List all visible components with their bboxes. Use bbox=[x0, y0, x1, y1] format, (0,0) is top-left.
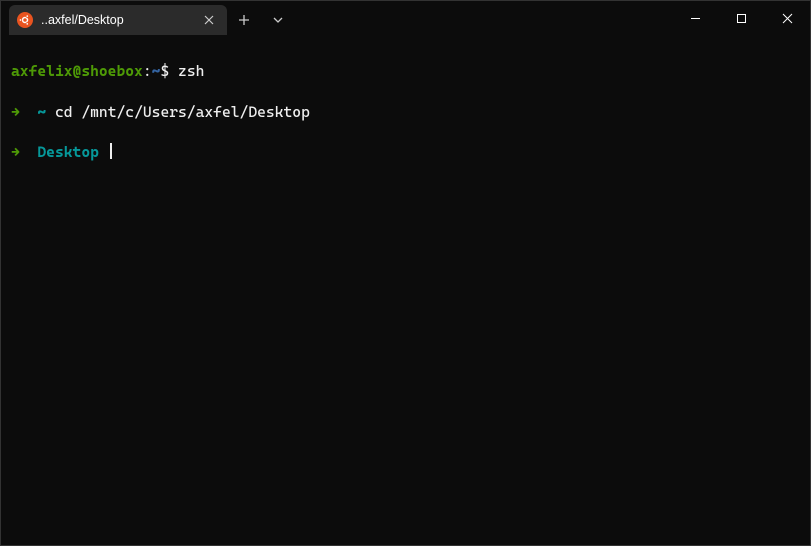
zsh-cwd: Desktop bbox=[37, 143, 99, 161]
terminal-line-1: axfelix@shoebox:~$ zsh bbox=[11, 61, 800, 81]
terminal-line-3: → Desktop bbox=[11, 142, 800, 162]
command-text: zsh bbox=[178, 62, 204, 80]
close-button[interactable] bbox=[764, 1, 810, 35]
arrow-icon: → bbox=[11, 143, 20, 161]
terminal-line-2: → ~ cd /mnt/c/Users/axfel/Desktop bbox=[11, 102, 800, 122]
arrow-icon: → bbox=[11, 103, 20, 121]
new-tab-button[interactable] bbox=[227, 5, 261, 35]
terminal-tab[interactable]: ..axfel/Desktop bbox=[9, 5, 227, 35]
tab-title: ..axfel/Desktop bbox=[41, 13, 193, 27]
window-controls bbox=[672, 1, 810, 35]
command-text: cd /mnt/c/Users/axfel/Desktop bbox=[55, 103, 310, 121]
terminal-body[interactable]: axfelix@shoebox:~$ zsh → ~ cd /mnt/c/Use… bbox=[1, 35, 810, 189]
prompt-suffix: $ bbox=[160, 62, 169, 80]
maximize-button[interactable] bbox=[718, 1, 764, 35]
tab-close-button[interactable] bbox=[201, 12, 217, 28]
prompt-user-host: axfelix@shoebox bbox=[11, 62, 143, 80]
prompt-separator: : bbox=[143, 62, 152, 80]
minimize-button[interactable] bbox=[672, 1, 718, 35]
titlebar-drag-area[interactable] bbox=[295, 1, 672, 35]
tab-dropdown-button[interactable] bbox=[261, 5, 295, 35]
cursor bbox=[110, 143, 112, 159]
ubuntu-icon bbox=[17, 12, 33, 28]
titlebar: ..axfel/Desktop bbox=[1, 1, 810, 35]
zsh-tilde: ~ bbox=[37, 103, 46, 121]
